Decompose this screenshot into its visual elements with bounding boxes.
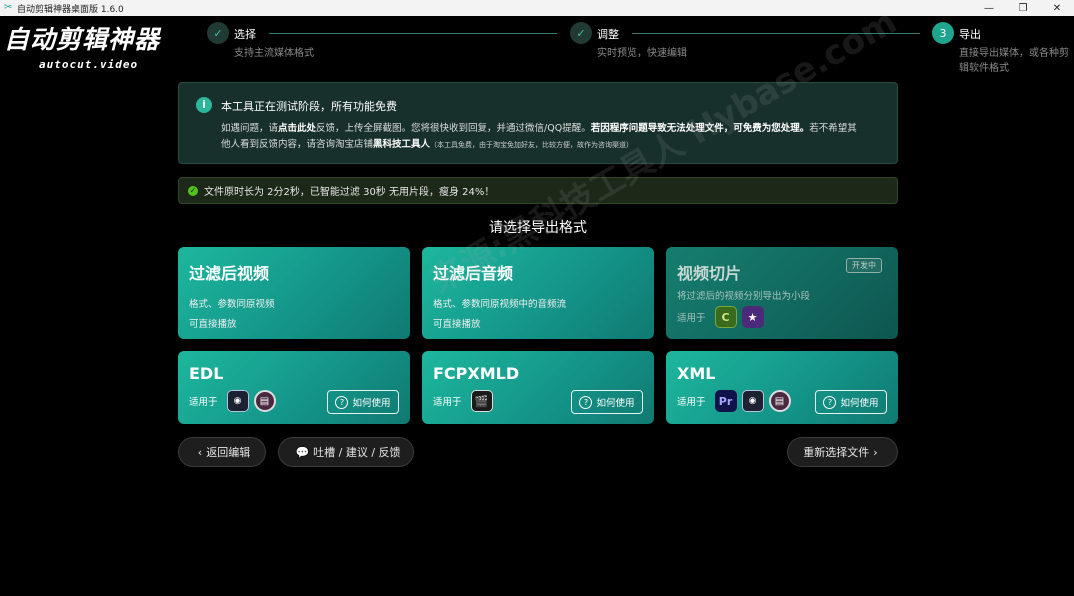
- how-to-use-label: 如何使用: [596, 398, 635, 409]
- notice-text: 若不希望其: [809, 123, 857, 134]
- back-label: 返回编辑: [206, 446, 251, 459]
- notice-text: 反馈，上传全屏截图。您将很快收到回复，并通过微信/QQ提醒。: [316, 123, 591, 134]
- notice-small-text: （本工具免费，由于淘宝免加好友，比较方便，故作为咨询渠道）: [430, 141, 634, 149]
- status-text: 文件原时长为 2分2秒，已智能过滤 30秒 无用片段，瘦身 24%！: [204, 187, 495, 198]
- notice-body: 如遇问题，请点击此处反馈，上传全屏截图。您将很快收到回复，并通过微信/QQ提醒。…: [221, 121, 889, 153]
- notice-text: 如遇问题，请: [221, 123, 279, 134]
- final-cut-pro-icon: 🎬: [470, 390, 493, 412]
- back-to-edit-button[interactable]: ‹ 返回编辑: [178, 437, 266, 467]
- step-connector: [269, 33, 557, 34]
- notice-text: 他人看到反馈内容，请咨询淘宝店铺: [221, 139, 374, 150]
- card-desc: 可直接播放: [189, 319, 237, 330]
- step-number: 3: [932, 22, 954, 44]
- step-desc: 实时预览，快速编辑: [597, 48, 687, 59]
- card-title: EDL: [189, 364, 224, 383]
- shop-name: 黑科技工具人: [373, 139, 431, 150]
- step-done-icon: ✓: [570, 22, 592, 44]
- chevron-left-icon: ‹: [197, 445, 203, 459]
- step-name: 选择: [234, 28, 256, 41]
- in-development-badge: 开发中: [846, 258, 882, 273]
- compatible-apps: 适用于 Pr ◉ ▤: [677, 390, 791, 412]
- how-to-use-label: 如何使用: [840, 398, 879, 409]
- restore-button[interactable]: ❐: [1006, 0, 1040, 16]
- help-icon: ?: [823, 395, 837, 409]
- notice-headline: 本工具正在测试阶段，所有功能免费: [221, 100, 397, 113]
- card-desc: 格式、参数同原视频中的音频流: [433, 299, 567, 310]
- export-video-card[interactable]: 过滤后视频 格式、参数同原视频 可直接播放: [178, 247, 410, 339]
- davinci-resolve-icon: ◉: [226, 390, 249, 412]
- davinci-resolve-icon: ◉: [741, 390, 764, 412]
- how-to-use-button[interactable]: ? 如何使用: [327, 390, 399, 414]
- check-circle-icon: ✓: [188, 185, 198, 196]
- reselect-file-button[interactable]: 重新选择文件 ›: [787, 437, 898, 467]
- minimize-button[interactable]: —: [972, 0, 1006, 16]
- export-fcpxml-card[interactable]: FCPXMLD 适用于 🎬 ? 如何使用: [422, 351, 654, 424]
- compatible-apps: 适用于 🎬: [433, 390, 493, 412]
- step-desc-line: 辑软件格式: [959, 63, 1009, 74]
- step-name: 导出: [959, 28, 981, 41]
- export-clips-card: 视频切片 开发中 将过滤后的视频分别导出为小段 适用于 C ★: [666, 247, 898, 339]
- compatible-label: 适用于: [677, 397, 706, 408]
- step-done-icon: ✓: [207, 22, 229, 44]
- reselect-label: 重新选择文件: [803, 446, 870, 459]
- compatible-apps: 适用于 ◉ ▤: [189, 390, 276, 412]
- compatible-label: 适用于: [677, 313, 706, 324]
- brand-logo: 自动剪辑神器 autocut.video: [4, 20, 184, 71]
- card-title: FCPXMLD: [433, 364, 520, 383]
- logo-title: 自动剪辑神器: [4, 25, 161, 54]
- export-audio-card[interactable]: 过滤后音频 格式、参数同原视频中的音频流 可直接播放: [422, 247, 654, 339]
- section-title: 请选择导出格式: [489, 220, 587, 236]
- how-to-use-button[interactable]: ? 如何使用: [571, 390, 643, 414]
- window-title: 自动剪辑神器桌面版 1.6.0: [17, 4, 124, 15]
- card-title: 过滤后视频: [189, 264, 270, 283]
- chevron-right-icon: ›: [873, 445, 878, 459]
- step-desc: 支持主流媒体格式: [234, 48, 314, 59]
- app-logo-icon: ✂: [4, 2, 13, 13]
- compatible-label: 适用于: [189, 397, 218, 408]
- card-title: 视频切片: [677, 264, 742, 283]
- info-icon: i: [196, 97, 212, 113]
- film-editor-icon: ▤: [253, 390, 276, 412]
- card-title: XML: [677, 364, 716, 383]
- window-titlebar: ✂ 自动剪辑神器桌面版 1.6.0 — ❐ ✕: [0, 0, 1074, 16]
- card-title: 过滤后音频: [433, 264, 514, 283]
- close-button[interactable]: ✕: [1040, 0, 1074, 16]
- test-phase-notice: i 本工具正在测试阶段，所有功能免费 如遇问题，请点击此处反馈，上传全屏截图。您…: [178, 82, 898, 164]
- how-to-use-button[interactable]: ? 如何使用: [815, 390, 887, 414]
- step-connector: [632, 33, 920, 34]
- step-desc: 直接导出媒体，或各种剪 辑软件格式: [959, 46, 1069, 76]
- card-desc: 格式、参数同原视频: [189, 299, 275, 310]
- filter-result-status: ✓ 文件原时长为 2分2秒，已智能过滤 30秒 无用片段，瘦身 24%！: [178, 177, 898, 204]
- logo-subtitle: autocut.video: [39, 58, 139, 71]
- help-icon: ?: [579, 395, 593, 409]
- step-name: 调整: [597, 28, 619, 41]
- compatible-apps: 适用于 C ★: [677, 306, 764, 328]
- card-desc: 可直接播放: [433, 319, 481, 330]
- feedback-button[interactable]: 💬 吐槽 / 建议 / 反馈: [278, 437, 414, 467]
- feedback-link[interactable]: 点击此处: [278, 123, 316, 134]
- compatible-label: 适用于: [433, 397, 462, 408]
- film-editor-icon: ▤: [768, 390, 791, 412]
- premiere-pro-icon: Pr: [714, 390, 737, 412]
- help-icon: ?: [335, 395, 349, 409]
- notice-bold-text: 若因程序问题导致无法处理文件，可免费为您处理。: [590, 123, 810, 134]
- step-desc-line: 直接导出媒体，或各种剪: [959, 48, 1069, 59]
- export-edl-card[interactable]: EDL 适用于 ◉ ▤ ? 如何使用: [178, 351, 410, 424]
- card-desc: 将过滤后的视频分别导出为小段: [677, 291, 811, 302]
- feedback-label: 吐槽 / 建议 / 反馈: [313, 446, 401, 459]
- comment-icon: 💬: [295, 445, 310, 459]
- imovie-icon: ★: [741, 306, 764, 328]
- camtasia-icon: C: [714, 306, 737, 328]
- how-to-use-label: 如何使用: [352, 398, 391, 409]
- export-xml-card[interactable]: XML 适用于 Pr ◉ ▤ ? 如何使用: [666, 351, 898, 424]
